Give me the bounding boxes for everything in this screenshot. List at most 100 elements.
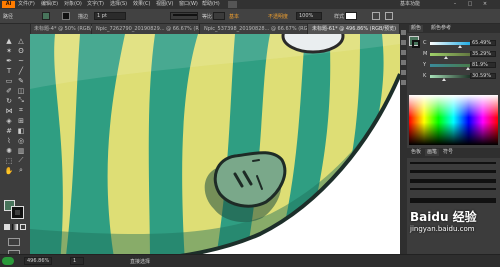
document-setup-icon[interactable]	[372, 12, 380, 20]
slider-m-value[interactable]: 35.29%	[470, 51, 496, 57]
brush-stroke-1[interactable]	[410, 162, 496, 164]
lasso-tool-icon[interactable]: ʘ	[16, 46, 26, 55]
tab-color[interactable]: 颜色	[409, 25, 424, 32]
stroke-panel-icon[interactable]	[401, 60, 406, 65]
slider-label-c: C	[423, 40, 427, 46]
zoom-tool-icon[interactable]: ⌕	[16, 166, 26, 175]
eyedropper-tool-icon[interactable]: ⌇	[4, 136, 14, 145]
zoom-field[interactable]: 496.86%	[24, 257, 52, 265]
tab-color-guide[interactable]: 颜色参考	[429, 25, 453, 32]
selection-label: 路径	[3, 14, 14, 20]
column-graph-tool-icon[interactable]: ▥	[16, 146, 26, 155]
artboard-canvas[interactable]	[30, 34, 400, 254]
brush-stroke-3[interactable]	[410, 179, 496, 183]
magic-wand-tool-icon[interactable]: ✶	[4, 46, 14, 55]
curvature-tool-icon[interactable]: ~	[16, 56, 26, 65]
menu-type[interactable]: 文字(T)	[87, 1, 104, 8]
menu-edit[interactable]: 编辑(E)	[41, 1, 58, 8]
stroke-color-icon[interactable]	[11, 206, 24, 219]
panel-stroke-swatch[interactable]	[412, 40, 420, 48]
layers-icon[interactable]	[401, 30, 406, 35]
close-icon[interactable]: ×	[480, 1, 490, 8]
menu-view[interactable]: 视图(V)	[156, 1, 173, 8]
artwork-illustration	[30, 34, 400, 254]
scale-tool-icon[interactable]: ⤡	[16, 96, 26, 105]
slider-y-value[interactable]: 81.9%	[470, 62, 496, 68]
watermark-url: jingyan.baidu.com	[410, 225, 475, 233]
brush-stroke-2[interactable]	[410, 170, 496, 173]
mesh-tool-icon[interactable]: #	[4, 126, 14, 135]
rotate-tool-icon[interactable]: ↻	[4, 96, 14, 105]
tab-document-active[interactable]: 未标题-61* @ 496.86% (RGB/预览)	[308, 24, 400, 34]
bridge-icon[interactable]	[228, 1, 237, 8]
slider-k-handle[interactable]	[442, 78, 447, 81]
none-mode-icon[interactable]	[20, 224, 26, 230]
opacity-field[interactable]: 100%	[296, 12, 322, 20]
opacity-label[interactable]: 不透明度	[268, 13, 288, 20]
width-tool-icon[interactable]: ⋈	[4, 106, 14, 115]
collapsed-panel-icons	[400, 24, 407, 254]
eraser-tool-icon[interactable]: ◫	[16, 86, 26, 95]
stroke-weight-field[interactable]: 1 pt	[94, 12, 126, 20]
rectangle-tool-icon[interactable]: ▭	[4, 76, 14, 85]
tab-swatches[interactable]: 色板	[409, 149, 423, 156]
gradient-tool-icon[interactable]: ◧	[16, 126, 26, 135]
color-spectrum[interactable]	[409, 95, 498, 145]
artboards-icon[interactable]	[401, 40, 406, 45]
tab-document-2[interactable]: Npic_7262790_20190829... @ 66.67% (RGB/预…	[92, 24, 200, 34]
tab-document-3[interactable]: Npic_537398_20190828... @ 66.67% (RGB/预览…	[200, 24, 308, 34]
baidu-watermark: Baidu 经验 jingyan.baidu.com	[410, 208, 498, 250]
gradient-panel-icon[interactable]	[401, 70, 406, 75]
fill-swatch[interactable]	[42, 12, 50, 20]
control-bar: 路径 描边 1 pt 等比 基本 不透明度 100% 样式	[0, 9, 500, 24]
menu-file[interactable]: 文件(F)	[18, 1, 35, 8]
graphic-style-picker[interactable]	[345, 12, 357, 20]
symbol-sprayer-tool-icon[interactable]: ✺	[4, 146, 14, 155]
menu-effect[interactable]: 效果(C)	[133, 1, 150, 8]
free-transform-tool-icon[interactable]: ⌗	[16, 106, 26, 115]
maximize-icon[interactable]: □	[465, 1, 475, 8]
direct-selection-tool-icon[interactable]: △	[16, 36, 26, 45]
slider-k-value[interactable]: 30.59%	[470, 73, 496, 79]
menu-window[interactable]: 窗口(W)	[179, 1, 198, 8]
menu-select[interactable]: 选择(S)	[110, 1, 127, 8]
slider-c-value[interactable]: 65.49%	[470, 40, 496, 46]
brush-label: 基本	[229, 14, 240, 20]
status-bar: 496.86% 1 直接选择	[0, 254, 500, 267]
tab-brushes[interactable]: 画笔	[425, 149, 440, 156]
appearance-icon[interactable]	[401, 50, 406, 55]
shape-builder-tool-icon[interactable]: ◈	[4, 116, 14, 125]
pen-tool-icon[interactable]: ✒	[4, 56, 14, 65]
slider-m-handle[interactable]	[444, 56, 449, 59]
drawing-mode-icon[interactable]	[8, 238, 20, 246]
perspective-grid-tool-icon[interactable]: ⊞	[16, 116, 26, 125]
workspace-switcher[interactable]: 基本功能	[400, 1, 420, 8]
slice-tool-icon[interactable]: ⟋	[16, 156, 26, 165]
hand-tool-icon[interactable]: ✋	[4, 166, 14, 175]
gradient-mode-icon[interactable]	[12, 224, 18, 230]
artboard-number-field[interactable]: 1	[70, 257, 84, 265]
menu-object[interactable]: 对象(O)	[64, 1, 82, 8]
minimize-icon[interactable]: –	[450, 1, 460, 8]
selection-tool-icon[interactable]: ▲	[4, 36, 14, 45]
paintbrush-tool-icon[interactable]: ✎	[16, 76, 26, 85]
menu-help[interactable]: 帮助(H)	[202, 1, 220, 8]
tools-panel: ▲ △ ✶ ʘ ✒ ~ T ╱ ▭ ✎ ✐ ◫ ↻ ⤡ ⋈ ⌗ ◈ ⊞ # ◧ …	[0, 24, 31, 258]
pencil-tool-icon[interactable]: ✐	[4, 86, 14, 95]
variable-width-profile[interactable]	[170, 12, 198, 20]
transparency-icon[interactable]	[401, 80, 406, 85]
slider-label-k: K	[423, 73, 427, 79]
tab-document-1[interactable]: 未标题-4* @ 50% (RGB/预览)	[30, 24, 104, 34]
brush-picker[interactable]	[213, 12, 225, 20]
artboard-tool-icon[interactable]: ⬚	[4, 156, 14, 165]
brush-stroke-4[interactable]	[410, 188, 496, 190]
type-tool-icon[interactable]: T	[4, 66, 14, 75]
tab-symbols[interactable]: 符号	[441, 149, 455, 156]
line-tool-icon[interactable]: ╱	[16, 66, 26, 75]
slider-c-handle[interactable]	[457, 45, 462, 48]
blend-tool-icon[interactable]: ◎	[16, 136, 26, 145]
brush-stroke-5[interactable]	[410, 198, 496, 203]
stroke-swatch[interactable]	[62, 12, 70, 20]
align-icon[interactable]	[385, 12, 393, 20]
color-mode-icon[interactable]	[4, 224, 10, 230]
